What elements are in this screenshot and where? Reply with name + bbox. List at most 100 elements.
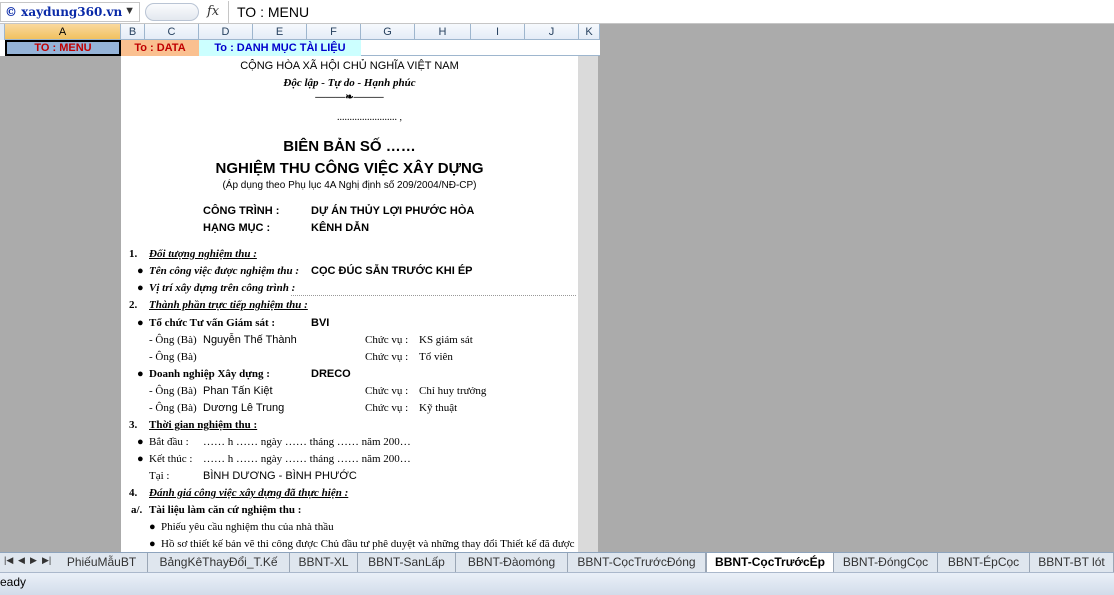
work-name-label: Tên công việc được nghiệm thu : xyxy=(149,265,299,277)
person-prefix: - Ông (Bà) xyxy=(149,351,197,363)
contractor-org-label: Doanh nghiệp Xây dựng : xyxy=(149,368,270,380)
contractor-org-value: DRECO xyxy=(311,368,351,380)
minutes-number-title: BIÊN BẢN SỐ …… xyxy=(283,138,416,155)
row1-empty-cells[interactable] xyxy=(361,40,600,56)
section-3-title: Thời gian nghiệm thu : xyxy=(149,419,258,431)
formula-bar: © xaydung360.vn ▼ fx TO : MENU xyxy=(0,0,1114,24)
bullet-icon: ● xyxy=(137,265,144,277)
sheet-tab[interactable]: BBNT-Đàomóng xyxy=(456,553,568,572)
person-prefix: - Ông (Bà) xyxy=(149,402,197,414)
start-label: Bắt đầu : xyxy=(149,436,189,448)
next-sheet-icon[interactable]: ▶ xyxy=(30,555,37,566)
person-name: Nguyễn Thế Thành xyxy=(203,334,297,346)
cell-a1-menu-link[interactable]: TO : MENU xyxy=(5,40,121,56)
legal-basis-subtitle: (Áp dụng theo Phụ lục 4A Nghị định số 20… xyxy=(222,180,477,191)
grey-area-left xyxy=(0,56,121,552)
section-4-number: 4. xyxy=(129,487,138,499)
dotted-divider xyxy=(291,295,576,296)
first-sheet-icon[interactable]: |◀ xyxy=(4,555,13,566)
column-header-g[interactable]: G xyxy=(361,24,415,40)
end-label: Kết thúc : xyxy=(149,453,193,465)
end-value: …… h …… ngày …… tháng …… năm 200… xyxy=(203,453,411,465)
name-box[interactable]: © xaydung360.vn ▼ xyxy=(0,2,140,22)
role-label: Chức vụ : xyxy=(365,334,409,346)
project-value: DỰ ÁN THỦY LỢI PHƯỚC HÒA xyxy=(311,205,475,217)
place-value: BÌNH DƯƠNG - BÌNH PHƯỚC xyxy=(203,470,357,482)
sheet-tab[interactable]: BảngKêThayĐổi_T.Kế xyxy=(148,553,290,572)
start-value: …… h …… ngày …… tháng …… năm 200… xyxy=(203,436,411,448)
name-box-value: © xaydung360.vn xyxy=(5,5,123,19)
column-header-e[interactable]: E xyxy=(253,24,307,40)
last-sheet-icon[interactable]: ▶| xyxy=(42,555,51,566)
role-value: Tổ viên xyxy=(419,351,453,363)
role-label: Chức vụ : xyxy=(365,385,409,397)
supervisor-org-label: Tổ chức Tư vấn Giám sát : xyxy=(149,317,276,329)
sheet-tab[interactable]: BBNT-ÉpCọc xyxy=(938,553,1030,572)
status-text: eady xyxy=(0,575,27,589)
ornament-divider: ———❧——— xyxy=(315,92,384,103)
column-header-j[interactable]: J xyxy=(525,24,579,40)
function-icon[interactable]: fx xyxy=(207,4,219,19)
grey-area-right xyxy=(598,56,1114,552)
bullet-icon: ● xyxy=(149,538,156,550)
column-header-c[interactable]: C xyxy=(145,24,199,40)
formula-buttons[interactable] xyxy=(145,3,199,21)
person-prefix: - Ông (Bà) xyxy=(149,334,197,346)
person-name: Dương Lê Trung xyxy=(203,402,285,414)
sheet-tab[interactable]: PhiếuMẫuBT xyxy=(56,553,148,572)
bullet-icon: ● xyxy=(137,453,144,465)
bullet-icon: ● xyxy=(137,317,144,329)
sheet-tab[interactable]: BBNT-CọcTrướcĐóng xyxy=(568,553,706,572)
item-value: KÊNH DẪN xyxy=(311,222,370,234)
section-2-title: Thành phần trực tiếp nghiệm thu : xyxy=(149,299,308,311)
bullet-icon: ● xyxy=(137,436,144,448)
section-3-number: 3. xyxy=(129,419,138,431)
motto: Độc lập - Tự do - Hạnh phúc xyxy=(283,77,416,89)
person-name: Phan Tấn Kiệt xyxy=(203,385,273,397)
work-name-value: CỌC ĐÚC SẴN TRƯỚC KHI ÉP xyxy=(311,265,473,277)
cell-b1-data-link[interactable]: To : DATA xyxy=(121,40,199,56)
scroll-track[interactable] xyxy=(578,56,598,552)
role-value: Chỉ huy trưởng xyxy=(419,385,487,397)
column-header-i[interactable]: I xyxy=(471,24,525,40)
sheet-tab[interactable]: BBNT-BT lót xyxy=(1030,553,1114,572)
item-label: HẠNG MỤC : xyxy=(203,222,271,234)
column-header-f[interactable]: F xyxy=(307,24,361,40)
column-header-b[interactable]: B xyxy=(121,24,145,40)
sheet-tab[interactable]: BBNT-ĐóngCọc xyxy=(834,553,938,572)
sheet-tab[interactable]: BBNT-SanLấp xyxy=(358,553,456,572)
prev-sheet-icon[interactable]: ◀ xyxy=(18,555,25,566)
section-4-title: Đánh giá công việc xây dựng đã thực hiện… xyxy=(149,487,349,499)
cell-d1-doc-list-link[interactable]: To : DANH MỤC TÀI LIỆU xyxy=(199,40,361,56)
grey-area-top xyxy=(600,24,1114,56)
section-4a-number: a/. xyxy=(131,504,143,516)
acceptance-title: NGHIỆM THU CÔNG VIỆC XÂY DỰNG xyxy=(215,160,484,177)
person-prefix: - Ông (Bà) xyxy=(149,385,197,397)
section-2-number: 2. xyxy=(129,299,138,311)
doc-basis-item-2: Hồ sơ thiết kế bản vẽ thi công được Chủ … xyxy=(161,538,575,550)
section-1-title: Đối tượng nghiệm thu : xyxy=(149,248,257,260)
formula-controls: fx xyxy=(143,1,225,23)
bullet-icon: ● xyxy=(137,368,144,380)
date-line: ........................ , xyxy=(337,112,402,123)
role-value: Kỹ thuật xyxy=(419,402,458,414)
status-bar: eady xyxy=(0,572,1114,595)
doc-basis-item-1: Phiếu yêu cầu nghiệm thu của nhà thầu xyxy=(161,521,334,533)
national-header: CỘNG HÒA XÃ HỘI CHỦ NGHĨA VIỆT NAM xyxy=(240,60,459,72)
location-label: Vị trí xây dựng trên công trình : xyxy=(149,282,296,294)
bullet-icon: ● xyxy=(149,521,156,533)
supervisor-org-value: BVI xyxy=(311,317,330,329)
sheet-tab[interactable]: BBNT-XL xyxy=(290,553,358,572)
project-label: CÔNG TRÌNH : xyxy=(203,205,280,217)
sheet-tab-active[interactable]: BBNT-CọcTrướcÉp xyxy=(706,553,834,572)
document-page: CỘNG HÒA XÃ HỘI CHỦ NGHĨA VIỆT NAM Độc l… xyxy=(121,56,578,552)
column-header-h[interactable]: H xyxy=(415,24,471,40)
role-label: Chức vụ : xyxy=(365,351,409,363)
role-value: KS giám sát xyxy=(419,334,473,346)
column-header-d[interactable]: D xyxy=(199,24,253,40)
formula-input[interactable]: TO : MENU xyxy=(228,1,1114,23)
column-header-k[interactable]: K xyxy=(579,24,600,40)
column-header-a[interactable]: A xyxy=(5,24,121,40)
chevron-down-icon[interactable]: ▼ xyxy=(124,5,135,17)
section-4a-title: Tài liệu làm căn cứ nghiệm thu : xyxy=(149,504,302,516)
